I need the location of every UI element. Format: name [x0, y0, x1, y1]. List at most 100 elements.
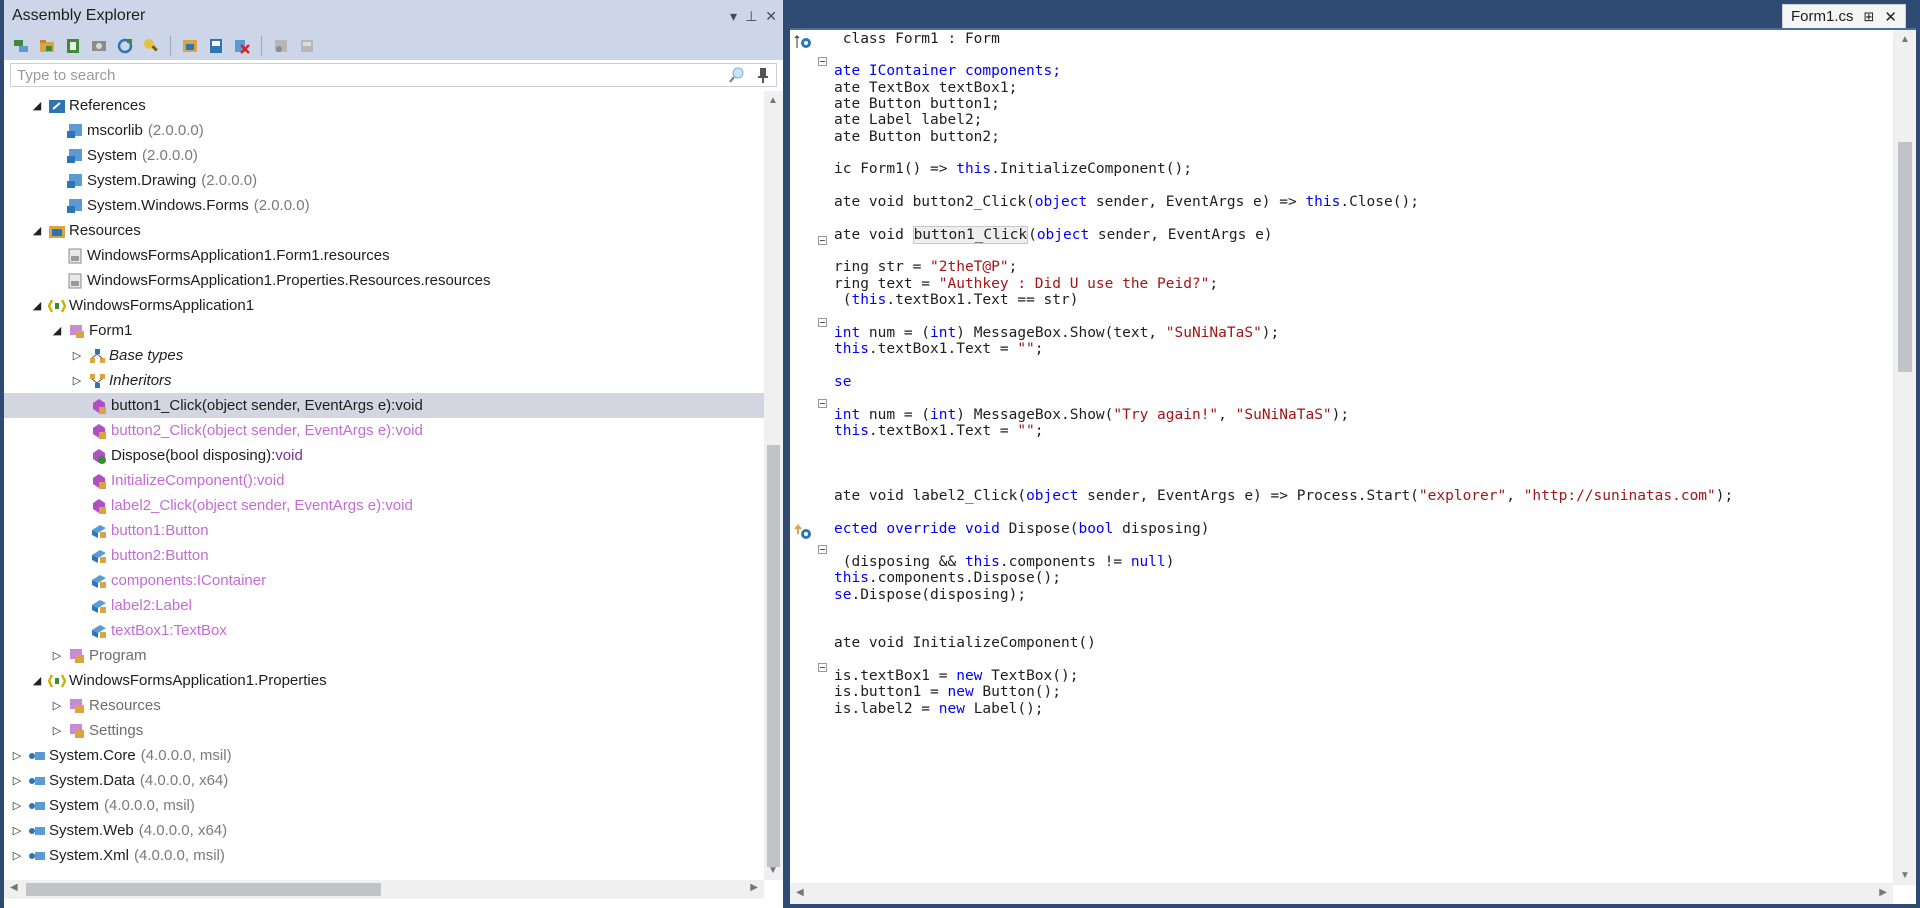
tree-item-system[interactable]: System (2.0.0.0) — [4, 143, 764, 168]
scroll-right-icon[interactable]: ▶ — [1879, 887, 1887, 898]
tree-item-inheritors[interactable]: ▷ Inheritors — [4, 368, 764, 393]
code-line: ate void button2_Click(object sender, Ev… — [834, 194, 1419, 210]
code-text-area[interactable]: class Form1 : Form ate IContainer compon… — [826, 30, 1893, 885]
tree-item-properties-resources[interactable]: WindowsFormsApplication1.Properties.Reso… — [4, 268, 764, 293]
private-method-icon — [90, 472, 108, 490]
scroll-thumb[interactable] — [26, 883, 381, 896]
tree-item-dispose[interactable]: Dispose(bool disposing): void — [4, 443, 764, 468]
expand-icon[interactable]: ▷ — [70, 349, 84, 363]
assembly-reference-icon — [66, 172, 84, 190]
tree-item-system-web[interactable]: ▷ System.Web (4.0.0.0, x64) — [4, 818, 764, 843]
expand-icon[interactable]: ▷ — [10, 849, 24, 863]
tree-item-field-button2[interactable]: button2:Button — [4, 543, 764, 568]
collapse-icon[interactable]: ◢ — [30, 224, 44, 238]
code-line: this.textBox1.Text = ""; — [834, 341, 1044, 357]
open-assembly-button[interactable] — [10, 35, 32, 57]
scroll-left-icon[interactable]: ◀ — [796, 887, 804, 898]
editor-vertical-scrollbar[interactable]: ▲ ▼ — [1893, 30, 1916, 885]
expand-icon[interactable]: ▷ — [10, 824, 24, 838]
tree-vertical-scrollbar[interactable]: ▲ ▼ — [764, 91, 783, 880]
scroll-up-icon[interactable]: ▲ — [768, 95, 778, 106]
search-input[interactable] — [11, 64, 701, 86]
collapse-icon[interactable]: ◢ — [30, 99, 44, 113]
expand-icon[interactable]: ▷ — [10, 774, 24, 788]
tree-item-system-drawing[interactable]: System.Drawing (2.0.0.0) — [4, 168, 764, 193]
refresh-button[interactable] — [114, 35, 136, 57]
expand-icon[interactable]: ▷ — [70, 374, 84, 388]
tree-item-field-components[interactable]: components:IContainer — [4, 568, 764, 593]
assembly-tree: ◢ References mscorlib (2.0.0.0) System (2.… — [4, 91, 764, 880]
forward-button[interactable] — [296, 35, 318, 57]
tree-item-label2-click[interactable]: label2_Click(object sender, EventArgs e)… — [4, 493, 764, 518]
tree-item-system-xml[interactable]: ▷ System.Xml (4.0.0.0, msil) — [4, 843, 764, 868]
code-editor[interactable]: class Form1 : Form ate IContainer compon… — [790, 28, 1916, 904]
scroll-right-icon[interactable]: ▶ — [750, 882, 758, 893]
tree-item-resources[interactable]: ◢ Resources — [4, 218, 764, 243]
export-button[interactable] — [205, 35, 227, 57]
save-button[interactable] — [179, 35, 201, 57]
expand-icon[interactable]: ▷ — [10, 799, 24, 813]
scroll-thumb[interactable] — [767, 445, 780, 867]
remove-button[interactable] — [231, 35, 253, 57]
tree-item-settings-class[interactable]: ▷ Settings — [4, 718, 764, 743]
open-nuget-button[interactable] — [62, 35, 84, 57]
search-icon[interactable] — [728, 66, 746, 89]
tree-item-properties-namespace[interactable]: ◢ WindowsFormsApplication1.Properties — [4, 668, 764, 693]
code-line: se — [834, 374, 852, 390]
expand-icon[interactable]: ▷ — [10, 749, 24, 763]
tree-item-program[interactable]: ▷ Program — [4, 643, 764, 668]
assembly-icon — [28, 772, 46, 790]
tree-item-mscorlib[interactable]: mscorlib (2.0.0.0) — [4, 118, 764, 143]
tree-horizontal-scrollbar[interactable]: ◀ ▶ — [4, 880, 764, 899]
override-marker-icon[interactable] — [794, 523, 812, 545]
tree-item-form1[interactable]: ◢ Form1 — [4, 318, 764, 343]
assembly-list-button[interactable] — [88, 35, 110, 57]
tree-item-field-button1[interactable]: button1:Button — [4, 518, 764, 543]
explorer-toolbar — [4, 32, 783, 60]
pin-icon[interactable]: ⊥ — [745, 0, 757, 32]
scroll-thumb[interactable] — [1898, 142, 1912, 372]
editor-horizontal-scrollbar[interactable]: ◀ ▶ — [790, 883, 1893, 904]
tree-item-system-core[interactable]: ▷ System.Core (4.0.0.0, msil) — [4, 743, 764, 768]
tree-item-properties-resources-class[interactable]: ▷ Resources — [4, 693, 764, 718]
tab-form1-cs[interactable]: Form1.cs ⊞ ✕ — [1782, 4, 1906, 29]
tree-item-button1-click[interactable]: button1_Click(object sender, EventArgs e… — [4, 393, 764, 418]
search-assembly-button[interactable] — [140, 35, 162, 57]
scroll-down-icon[interactable]: ▼ — [1900, 870, 1910, 881]
assembly-explorer-panel: Assembly Explorer ▾ ⊥ ✕ ◢ References — [4, 0, 783, 908]
tree-item-system-data[interactable]: ▷ System.Data (4.0.0.0, x64) — [4, 768, 764, 793]
scroll-up-icon[interactable]: ▲ — [1900, 34, 1910, 45]
tree-item-system-windows-forms[interactable]: System.Windows.Forms (2.0.0.0) — [4, 193, 764, 218]
close-icon[interactable]: ✕ — [765, 0, 777, 32]
dropdown-icon[interactable]: ▾ — [730, 0, 737, 32]
scroll-down-icon[interactable]: ▼ — [768, 865, 778, 876]
tree-item-references[interactable]: ◢ References — [4, 93, 764, 118]
open-folder-button[interactable] — [36, 35, 58, 57]
tree-item-field-label2[interactable]: label2:Label — [4, 593, 764, 618]
tree-item-system-assembly[interactable]: ▷ System (4.0.0.0, msil) — [4, 793, 764, 818]
resources-folder-icon — [48, 222, 66, 240]
pin-icon[interactable]: ⊞ — [1864, 9, 1875, 25]
base-types-icon — [88, 347, 106, 365]
tree-item-field-textbox1[interactable]: textBox1:TextBox — [4, 618, 764, 643]
tree-item-namespace[interactable]: ◢ WindowsFormsApplication1 — [4, 293, 764, 318]
tree-item-form1-resources[interactable]: WindowsFormsApplication1.Form1.resources — [4, 243, 764, 268]
search-box[interactable] — [10, 63, 777, 87]
expand-icon[interactable]: ▷ — [50, 699, 64, 713]
expand-icon[interactable]: ▷ — [50, 649, 64, 663]
tree-item-button2-click[interactable]: button2_Click(object sender, EventArgs e… — [4, 418, 764, 443]
class-icon — [68, 322, 86, 340]
expand-icon[interactable]: ▷ — [50, 724, 64, 738]
collapse-icon[interactable]: ◢ — [30, 299, 44, 313]
collapse-icon[interactable]: ◢ — [30, 674, 44, 688]
close-icon[interactable]: ✕ — [1884, 8, 1897, 26]
collapse-icon[interactable]: ◢ — [50, 324, 64, 338]
tree-item-base-types[interactable]: ▷ Base types — [4, 343, 764, 368]
scroll-left-icon[interactable]: ◀ — [10, 882, 18, 893]
implements-marker-icon[interactable] — [794, 34, 812, 55]
tree-item-initialize-component[interactable]: InitializeComponent():void — [4, 468, 764, 493]
code-line: se.Dispose(disposing); — [834, 587, 1027, 603]
pin-icon[interactable] — [756, 66, 770, 89]
inheritors-icon — [88, 372, 106, 390]
back-button[interactable] — [270, 35, 292, 57]
